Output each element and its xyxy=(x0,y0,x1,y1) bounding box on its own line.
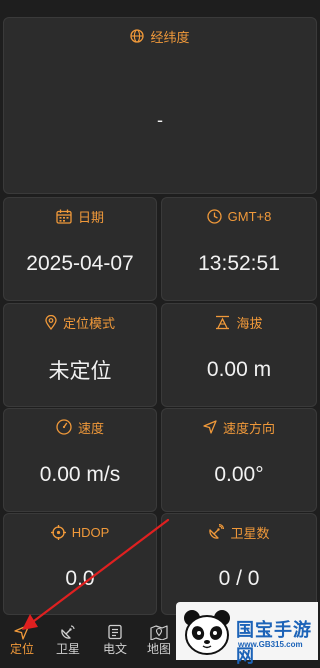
latlng-card: 经纬度 - xyxy=(3,17,317,194)
satellites-card: 卫星数 0 / 0 xyxy=(161,513,317,615)
location-pin-icon xyxy=(45,314,57,330)
speed-header: 速度 xyxy=(4,409,156,445)
latlng-header: 经纬度 xyxy=(4,18,316,54)
speed-label: 速度 xyxy=(77,420,104,436)
satellite-dish-icon xyxy=(209,524,225,539)
latlng-value: - xyxy=(157,110,163,130)
time-header: GMT+8 xyxy=(162,198,316,234)
altitude-header: 海拔 xyxy=(162,304,316,340)
satellites-header: 卫星数 xyxy=(162,514,316,550)
heading-card: 速度方向 0.00° xyxy=(161,408,317,512)
speed-value: 0.00 m/s xyxy=(39,463,121,486)
watermark-badge: 国宝手游网 www.GB315.com xyxy=(176,602,318,666)
date-header: 日期 xyxy=(4,198,156,234)
mode-label: 定位模式 xyxy=(62,315,115,331)
hdop-value: 0.0 xyxy=(65,567,95,590)
nav-label-message: 电文 xyxy=(102,642,127,656)
date-value: 2025-04-07 xyxy=(26,252,134,275)
time-label: GMT+8 xyxy=(227,208,272,224)
heading-label: 速度方向 xyxy=(222,420,275,436)
mode-card: 定位模式 未定位 xyxy=(3,303,157,407)
date-card: 日期 2025-04-07 xyxy=(3,197,157,301)
panda-logo-icon xyxy=(184,610,230,655)
map-pin-icon xyxy=(150,625,168,640)
document-icon xyxy=(108,624,122,640)
heading-value: 0.00° xyxy=(214,463,264,486)
altitude-icon xyxy=(216,315,230,329)
speedometer-icon xyxy=(56,419,72,435)
nav-label-satellite: 卫星 xyxy=(55,642,80,656)
satellite-icon xyxy=(61,625,75,639)
calendar-icon xyxy=(56,209,72,224)
latlng-label: 经纬度 xyxy=(150,29,190,45)
altitude-label: 海拔 xyxy=(236,315,263,331)
speed-card: 速度 0.00 m/s xyxy=(3,408,157,512)
satellites-label: 卫星数 xyxy=(230,525,270,541)
navigation-arrow-icon xyxy=(14,624,30,640)
hdop-header: HDOP xyxy=(4,514,156,550)
altitude-value: 0.00 m xyxy=(206,358,272,381)
watermark-url: www.GB315.com xyxy=(238,640,303,649)
mode-header: 定位模式 xyxy=(4,304,156,340)
nav-label-map: 地图 xyxy=(146,642,171,656)
nav-item-message[interactable]: 电文 xyxy=(93,618,137,660)
direction-arrow-icon xyxy=(203,420,217,434)
nav-item-satellite[interactable]: 卫星 xyxy=(46,618,90,660)
nav-item-map[interactable]: 地图 xyxy=(137,618,181,660)
nav-label-positioning: 定位 xyxy=(9,642,34,656)
clock-icon xyxy=(206,208,222,224)
date-label: 日期 xyxy=(77,209,104,225)
mode-value: 未定位 xyxy=(48,360,112,383)
hdop-card: HDOP 0.0 xyxy=(3,513,157,615)
time-card: GMT+8 13:52:51 xyxy=(161,197,317,301)
heading-header: 速度方向 xyxy=(162,409,316,445)
nav-item-positioning[interactable]: 定位 xyxy=(0,618,44,660)
altitude-card: 海拔 0.00 m xyxy=(161,303,317,407)
globe-icon xyxy=(130,29,145,43)
time-value: 13:52:51 xyxy=(198,252,280,275)
crosshair-icon xyxy=(50,524,66,540)
hdop-label: HDOP xyxy=(71,524,110,540)
